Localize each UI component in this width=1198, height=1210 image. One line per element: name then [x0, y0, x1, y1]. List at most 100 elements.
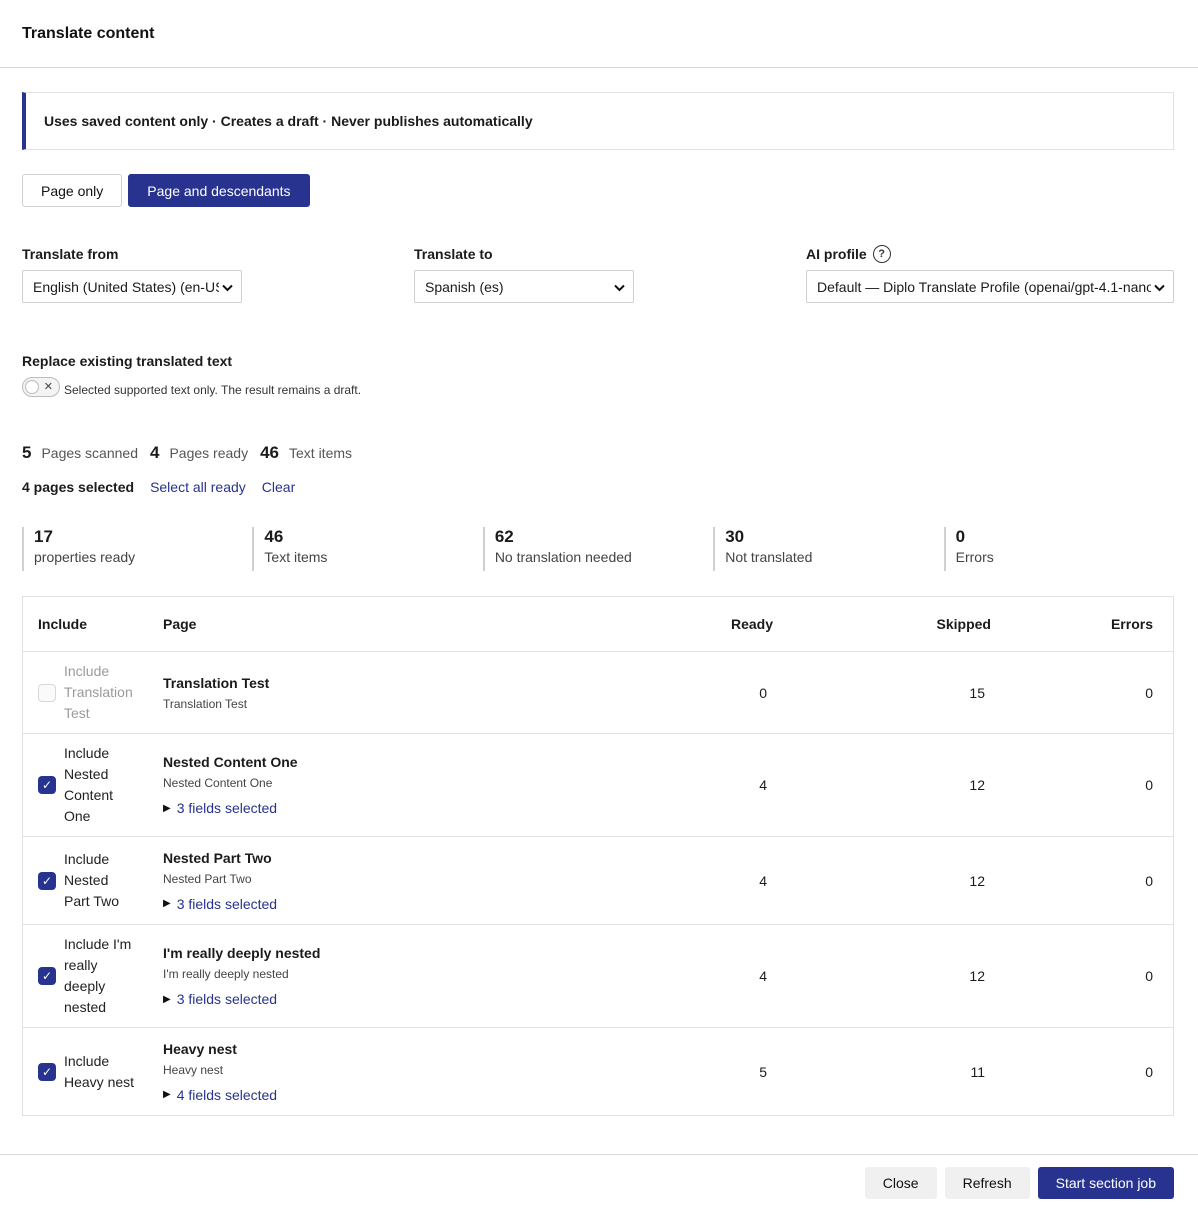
page-only-button[interactable]: Page only [22, 174, 123, 207]
skipped-count: 15 [969, 684, 985, 701]
dialog-title: Translate content [22, 24, 155, 42]
column-header-include: Include [38, 616, 88, 632]
check-icon: ✓ [41, 969, 53, 983]
column-header-errors: Errors [1110, 616, 1153, 632]
dialog-body: Uses saved content only · Creates a draf… [0, 68, 1198, 1116]
include-label: Include Nested Part Two [64, 851, 119, 909]
triangle-right-icon: ▶ [163, 802, 171, 814]
pages-ready-label: Pages ready [169, 445, 249, 461]
fields-selected-toggle[interactable]: ▶ 3 fields selected [163, 800, 613, 816]
column-header-page: Page [163, 616, 197, 632]
summary-errors: 0 Errors [943, 527, 1174, 571]
page-name: I'm really deeply nested [163, 945, 321, 961]
ai-profile-field: AI profile ? Default — Diplo Translate P… [806, 245, 1174, 303]
toggle-knob [25, 380, 39, 394]
language-selects: Translate from English (United States) (… [22, 245, 1174, 303]
text-items-count: 46 [260, 443, 279, 462]
errors-count: 0 [1145, 1063, 1153, 1080]
pages-selected-count: 4 pages selected [22, 479, 135, 495]
column-header-ready: Ready [730, 616, 773, 632]
include-checkbox[interactable]: ✓ [38, 776, 56, 794]
include-checkbox[interactable]: ✓ [38, 967, 56, 985]
page-path: Nested Part Two [163, 871, 252, 886]
page-name: Nested Content One [163, 754, 298, 770]
summary-no-translation-needed: 62 No translation needed [482, 527, 713, 571]
ready-count: 4 [759, 968, 767, 984]
translate-to-label: Translate to [414, 246, 493, 262]
include-checkbox[interactable]: ✓ [38, 871, 56, 890]
include-label: Include I'm really deeply nested [64, 936, 132, 1015]
summary-stats: 17 properties ready 46 Text items 62 No tra… [22, 527, 1174, 571]
replace-existing-toggle[interactable]: ✕ [22, 377, 60, 397]
include-label: Include Translation Test [64, 663, 133, 721]
help-icon[interactable]: ? [872, 245, 891, 263]
table-header: Include Page Ready Skipped Errors [23, 597, 1173, 652]
table-row: ✓ Include Nested Content One Nested Cont… [23, 734, 1173, 837]
errors-count: 0 [1145, 872, 1153, 889]
check-icon: ✓ [41, 1064, 53, 1079]
ai-profile-label: AI profile ? [806, 245, 1174, 263]
start-section-job-button[interactable]: Start section job [1037, 1166, 1174, 1199]
pages-table: Include Page Ready Skipped Errors Includ… [22, 596, 1174, 1116]
fields-selected-toggle[interactable]: ▶ 3 fields selected [163, 991, 613, 1007]
page-name: Nested Part Two [163, 849, 272, 866]
pages-scanned-label: Pages scanned [41, 445, 138, 461]
translate-to-select[interactable]: Spanish (es) [414, 270, 634, 303]
page-name: Translation Test [163, 674, 270, 691]
replace-existing-description: Selected supported text only. The result… [64, 383, 362, 397]
page-path: Heavy nest [163, 1062, 224, 1077]
triangle-right-icon: ▶ [163, 1089, 171, 1100]
translate-from-field: Translate from English (United States) (… [22, 245, 242, 303]
translate-from-select[interactable]: English (United States) (en-US) [22, 270, 242, 303]
include-label: Include Heavy nest [64, 1052, 135, 1090]
page-and-descendants-button[interactable]: Page and descendants [128, 174, 310, 207]
replace-existing-section: Replace existing translated text ✕ Selec… [22, 353, 1174, 397]
replace-existing-title: Replace existing translated text [22, 353, 233, 369]
chevron-down-icon [1151, 279, 1165, 295]
ready-count: 4 [759, 777, 767, 793]
translate-to-field: Translate to Spanish (es) [414, 245, 634, 303]
refresh-button[interactable]: Refresh [944, 1166, 1030, 1199]
selection-row: 4 pages selected Select all ready Clear [22, 479, 1174, 495]
dialog-footer: Close Refresh Start section job [0, 1154, 1198, 1210]
skipped-count: 12 [969, 872, 985, 889]
table-row: ✓ Include I'm really deeply nested I'm r… [23, 925, 1173, 1028]
summary-not-translated: 30 Not translated [713, 527, 943, 571]
summary-text-items: 46 Text items [252, 527, 482, 571]
include-label: Include Nested Content One [64, 745, 114, 824]
close-button[interactable]: Close [864, 1166, 937, 1199]
ready-count: 5 [759, 1063, 767, 1080]
summary-properties-ready: 17 properties ready [22, 527, 252, 571]
page-path: Translation Test [163, 696, 248, 711]
scope-toggle-group: Page only Page and descendants [22, 174, 1174, 207]
check-icon: ✓ [41, 873, 53, 888]
include-checkbox[interactable] [38, 683, 56, 702]
pages-ready-count: 4 [150, 443, 160, 462]
page-path: Nested Content One [163, 776, 273, 790]
chevron-down-icon [219, 279, 233, 295]
scan-stats: 5 Pages scanned 4 Pages ready 46 Text it… [22, 443, 1174, 463]
skipped-count: 11 [970, 1063, 985, 1080]
triangle-right-icon: ▶ [163, 993, 171, 1005]
table-row: ✓ Include Heavy nest Heavy nest Heavy ne… [23, 1028, 1173, 1115]
dialog-header: Translate content [0, 0, 1198, 68]
page-name: Heavy nest [163, 1040, 237, 1057]
fields-selected-toggle[interactable]: ▶ 3 fields selected [163, 896, 613, 912]
pages-scanned-count: 5 [22, 443, 32, 462]
include-checkbox[interactable]: ✓ [38, 1062, 56, 1081]
clear-selection-link[interactable]: Clear [262, 479, 295, 495]
table-row: ✓ Include Nested Part Two Nested Part Tw… [23, 837, 1173, 925]
replace-toggle-row: ✕ Selected supported text only. The resu… [22, 377, 1174, 397]
text-items-label: Text items [289, 445, 353, 461]
info-notice: Uses saved content only · Creates a draf… [22, 92, 1174, 150]
skipped-count: 12 [969, 968, 985, 984]
skipped-count: 12 [969, 777, 985, 793]
fields-selected-toggle[interactable]: ▶ 4 fields selected [163, 1087, 613, 1103]
ready-count: 4 [759, 872, 767, 889]
select-all-ready-link[interactable]: Select all ready [150, 479, 246, 495]
ai-profile-select[interactable]: Default — Diplo Translate Profile (opena… [806, 270, 1174, 303]
ready-count: 0 [759, 684, 767, 701]
errors-count: 0 [1145, 684, 1153, 701]
page-path: I'm really deeply nested [163, 967, 289, 981]
close-icon: ✕ [43, 381, 53, 393]
